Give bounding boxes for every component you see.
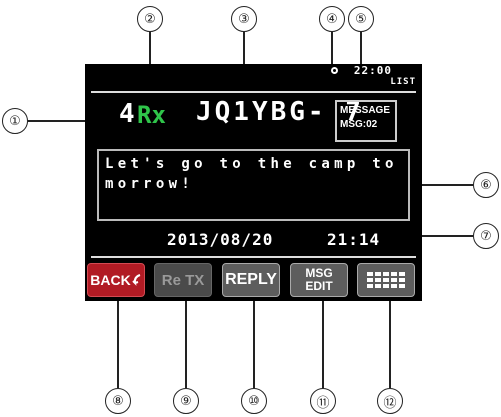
radio-display: 22:00 LIST 4 Rx JQ1YBG- 7 MESSAGE MSG:02…: [85, 64, 422, 301]
message-text[interactable]: Let's go to the camp tomorrow!: [97, 149, 410, 221]
message-edit-label-line2: EDIT: [305, 279, 333, 293]
rx-indicator: Rx: [137, 101, 166, 129]
status-bar: 22:00 LIST: [85, 64, 422, 94]
status-clock: 22:00: [353, 64, 392, 77]
reply-button-label: REPLY: [225, 271, 277, 288]
channel-number: 4: [119, 99, 135, 129]
callout-7: ⑦: [473, 223, 499, 249]
leader-line-8: [117, 298, 119, 388]
message-badge-number: MSG:02: [340, 119, 378, 130]
callout-1: ①: [2, 108, 28, 134]
reply-button[interactable]: REPLY: [222, 263, 280, 297]
back-arrow-icon: [132, 274, 141, 286]
message-time: 21:14: [327, 230, 381, 249]
grid-icon: [367, 272, 405, 288]
gps-indicator-icon: [331, 67, 338, 74]
callout-3: ③: [231, 6, 257, 32]
back-button[interactable]: BACK: [87, 263, 145, 297]
message-number-badge: MESSAGE MSG:02: [335, 100, 397, 142]
callout-5: ⑤: [348, 6, 374, 32]
list-label: LIST: [390, 77, 416, 87]
footer-divider: [91, 256, 416, 258]
leader-line-11: [322, 298, 324, 388]
back-button-label: BACK: [90, 272, 131, 288]
leader-line-9: [185, 298, 187, 388]
header-divider: [91, 91, 416, 93]
message-edit-button[interactable]: MSG EDIT: [290, 263, 348, 297]
leader-line-12: [389, 298, 391, 388]
retransmit-button[interactable]: Re TX: [154, 263, 212, 297]
callout-11: ⑪: [310, 388, 336, 414]
callout-4: ④: [319, 6, 345, 32]
message-date: 2013/08/20: [167, 230, 274, 249]
callout-9: ⑨: [173, 388, 199, 414]
callout-6: ⑥: [473, 172, 499, 198]
callout-12: ⑫: [377, 388, 403, 414]
callout-2: ②: [137, 6, 163, 32]
message-list-button[interactable]: [357, 263, 415, 297]
message-badge-title: MESSAGE: [340, 105, 391, 116]
leader-line-10: [253, 298, 255, 388]
callout-8: ⑧: [105, 388, 131, 414]
callout-10: ⑩: [241, 388, 267, 414]
leader-line-4: [331, 32, 333, 68]
retransmit-button-label: Re TX: [161, 271, 205, 289]
